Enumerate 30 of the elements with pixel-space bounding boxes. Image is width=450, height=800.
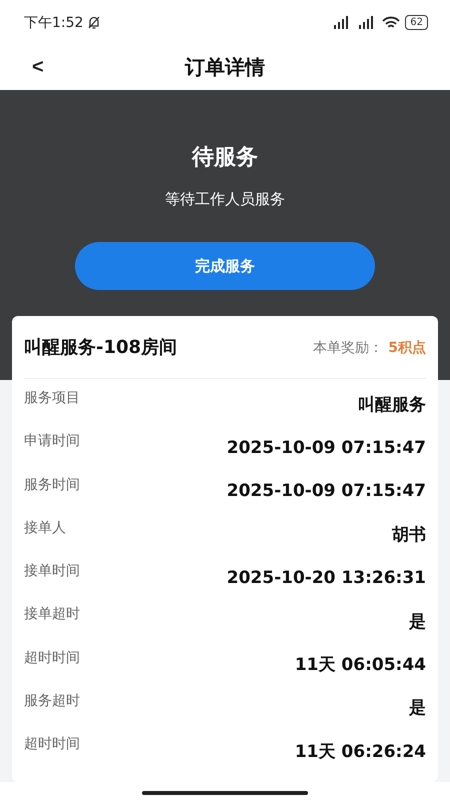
order-title: 叫醒服务-108房间	[24, 336, 178, 359]
field-label: 申请时间	[24, 432, 80, 450]
field-value: 胡书	[392, 524, 426, 546]
complete-service-button[interactable]: 完成服务	[75, 242, 375, 290]
wifi-icon	[382, 16, 400, 30]
field-label: 超时时间	[24, 735, 80, 754]
field-label: 服务超时	[24, 692, 80, 710]
status-time: 下午1:52	[24, 14, 84, 32]
order-status: 待服务	[192, 144, 258, 172]
field-label: 接单超时	[24, 605, 80, 624]
battery-level: 62	[405, 15, 428, 30]
field-label: 超时时间	[24, 648, 80, 667]
reward-label: 本单奖励：	[313, 340, 384, 356]
field-value: 11天 06:05:44	[294, 654, 426, 676]
field-label: 服务项目	[24, 389, 80, 407]
bell-off-icon	[87, 15, 102, 30]
field-value: 2025-10-09 07:15:47	[226, 438, 426, 458]
status-subtitle: 等待工作人员服务	[165, 190, 285, 209]
field-label: 服务时间	[24, 476, 80, 494]
field-value: 是	[409, 610, 426, 633]
field-value: 叫醒服务	[358, 394, 426, 416]
back-button[interactable]: <	[28, 54, 48, 81]
field-value: 2025-10-09 07:15:47	[226, 481, 426, 502]
page-title: 订单详情	[185, 54, 265, 81]
field-label: 接单时间	[24, 562, 80, 580]
field-value: 是	[409, 697, 426, 720]
field-value: 11天 06:26:24	[294, 740, 426, 763]
field-value: 2025-10-20 13:26:31	[226, 568, 426, 588]
reward-value: 5积点	[388, 340, 426, 356]
field-label: 接单人	[24, 518, 66, 537]
